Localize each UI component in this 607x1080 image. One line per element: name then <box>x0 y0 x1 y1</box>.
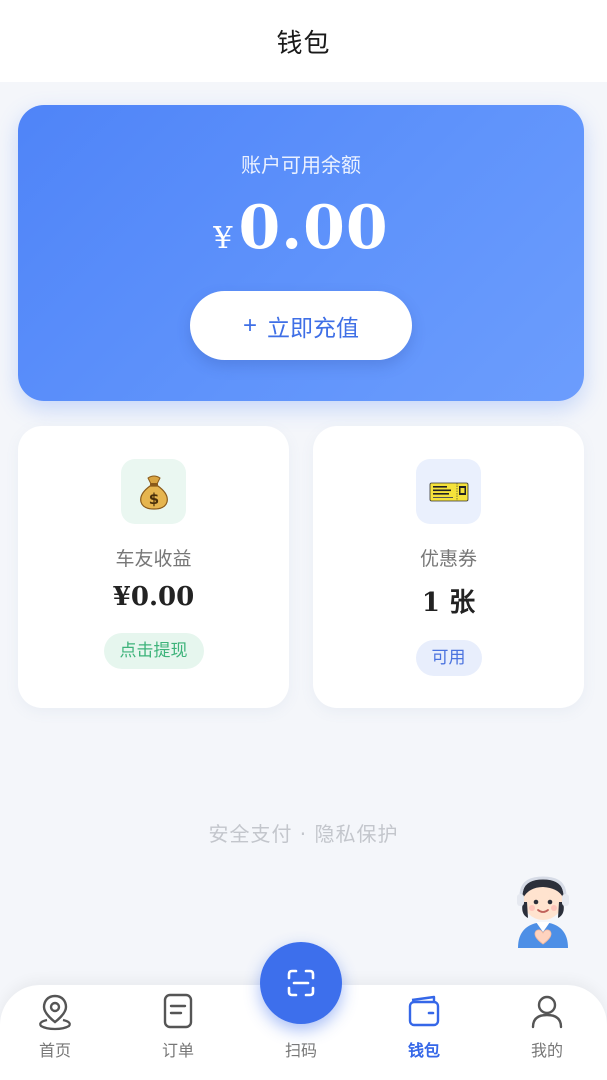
tab-orders-label: 订单 <box>161 1041 194 1060</box>
earnings-card[interactable]: $ 车友收益 ¥0.00 点击提现 <box>18 426 289 708</box>
balance-value: 0.00 <box>238 193 389 263</box>
recharge-label: 立即充值 <box>267 314 359 341</box>
page-title: 钱包 <box>276 28 331 59</box>
user-icon <box>531 995 563 1029</box>
coupon-status-badge[interactable]: 可用 <box>415 640 482 676</box>
plus-icon: + <box>242 311 257 339</box>
customer-service-avatar[interactable] <box>508 868 578 948</box>
recharge-button[interactable]: + 立即充值 <box>190 291 412 360</box>
balance-card: 账户可用余额 ¥ 0.00 + 立即充值 <box>18 105 584 401</box>
tab-orders[interactable]: 订单 <box>138 985 218 1080</box>
ticket-icon <box>429 482 468 501</box>
tab-home[interactable]: 首页 <box>15 985 95 1080</box>
earnings-icon-box: $ <box>121 459 186 524</box>
balance-currency: ¥ <box>213 221 233 256</box>
coupon-icon-box <box>416 459 481 524</box>
scan-icon <box>287 969 315 997</box>
coupons-label: 优惠券 <box>419 548 477 570</box>
tab-scan-label: 扫码 <box>284 1041 317 1060</box>
tab-profile[interactable]: 我的 <box>507 985 587 1080</box>
money-bag-icon: $ <box>139 475 168 510</box>
map-pin-icon <box>39 994 71 1031</box>
withdraw-button[interactable]: 点击提现 <box>103 633 204 669</box>
tab-profile-label: 我的 <box>530 1041 563 1060</box>
header: 钱包 <box>0 0 607 82</box>
earnings-value: ¥0.00 <box>112 582 195 612</box>
balance-amount: ¥ 0.00 <box>18 193 584 263</box>
tab-wallet-label: 钱包 <box>407 1041 440 1060</box>
wallet-icon <box>408 995 440 1027</box>
tab-home-label: 首页 <box>38 1041 71 1060</box>
scan-button[interactable] <box>260 942 342 1024</box>
coupons-card[interactable]: 优惠券 1 张 可用 <box>313 426 584 708</box>
tab-wallet[interactable]: 钱包 <box>384 985 464 1080</box>
earnings-label: 车友收益 <box>115 548 192 570</box>
document-icon <box>163 993 193 1029</box>
svg-text:$: $ <box>148 490 158 508</box>
security-note: 安全支付 · 隐私保护 <box>208 822 399 846</box>
assistant-avatar-icon <box>517 876 569 948</box>
balance-label: 账户可用余额 <box>241 153 361 177</box>
coupons-value: 1 张 <box>421 588 476 618</box>
